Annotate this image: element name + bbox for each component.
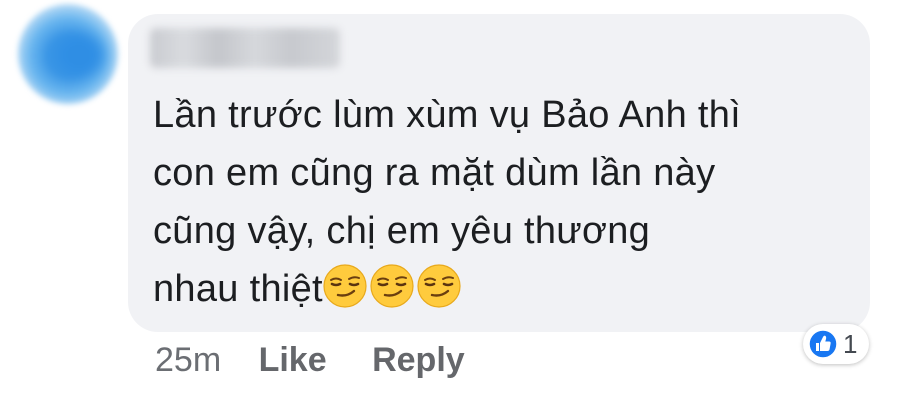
comment-line-3: cũng vậy, chị em yêu thương — [153, 210, 651, 252]
reaction-count: 1 — [843, 329, 858, 359]
smirking-face-emoji-icon — [417, 264, 461, 308]
comment-actions: 25m Like Reply — [155, 338, 465, 382]
smirking-face-emoji-icon — [370, 264, 414, 308]
avatar-image — [54, 34, 104, 76]
comment-line-2: con em cũng ra mặt dùm lần này — [153, 152, 716, 194]
smirking-face-emoji-icon — [323, 264, 367, 308]
comment-timestamp[interactable]: 25m — [155, 341, 221, 379]
reply-button[interactable]: Reply — [372, 341, 465, 379]
avatar[interactable] — [18, 4, 118, 104]
like-thumbs-up-icon — [808, 329, 838, 359]
comment-line-4: nhau thiệt — [153, 260, 853, 318]
author-name-blurred[interactable] — [150, 28, 340, 68]
comment-line-4-text: nhau thiệt — [153, 268, 323, 310]
reaction-summary[interactable]: 1 — [803, 324, 869, 364]
comment-line-1: Lần trước lùm xùm vụ Bảo Anh thì — [153, 94, 742, 136]
comment-body: Lần trước lùm xùm vụ Bảo Anh thì con em … — [153, 86, 853, 318]
like-button[interactable]: Like — [259, 341, 327, 379]
